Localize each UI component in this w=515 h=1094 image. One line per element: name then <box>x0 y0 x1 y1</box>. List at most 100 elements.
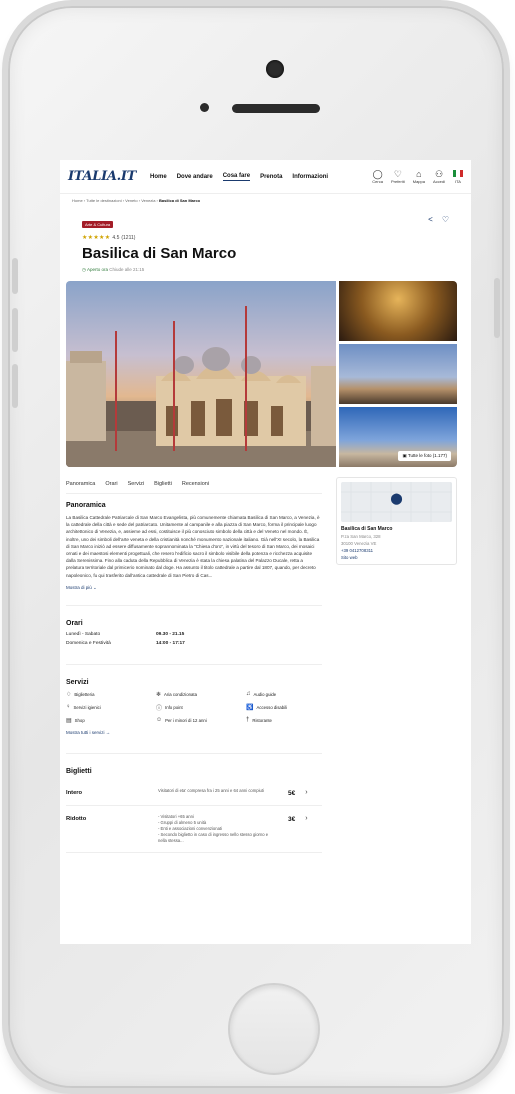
section-tabs: Panoramica Orari Servizi Biglietti Recen… <box>66 477 322 494</box>
place-website[interactable]: Sito web <box>341 555 452 560</box>
tab-recensioni[interactable]: Recensioni <box>182 481 209 487</box>
breadcrumb-home[interactable]: Home <box>72 198 83 203</box>
rating: ★★★★★ 4.5 (1211) <box>82 234 449 242</box>
sidebar: ⬤ Basilica di San Marco P.za San Marco, … <box>336 477 457 853</box>
ticket-name: Ridotto <box>66 815 87 822</box>
nav-informazioni[interactable]: Informazioni <box>292 174 328 180</box>
snowflake-icon: ❄ <box>156 691 162 698</box>
service-audio-guide: ♫ Audio guide <box>246 691 326 698</box>
service-biglietteria: ♢ Biglietteria <box>66 691 156 698</box>
child-icon: ☺ <box>156 717 163 724</box>
ticket-price: 3€ <box>288 815 296 823</box>
poi-header: Arte & Cultura ★★★★★ 4.5 (1211) Basilica… <box>60 207 471 273</box>
phone-screen: ITALIA.IT Home Dove andare Cosa fare Pre… <box>60 160 471 944</box>
chevron-down-icon: ⌄ <box>93 584 97 590</box>
hours-day: Domenica e Festività <box>66 640 111 646</box>
all-photos-label: Tutte le foto (1.177) <box>407 453 447 458</box>
hours-row: Domenica e Festività 14:00 - 17:17 <box>66 641 322 646</box>
service-label: Servizi igienici <box>73 704 101 710</box>
services-title: Servizi <box>66 678 89 686</box>
nav-home[interactable]: Home <box>150 174 167 180</box>
login-button[interactable]: ⚇ Accedi <box>432 168 445 184</box>
breadcrumb-veneto[interactable]: Veneto <box>125 198 137 203</box>
photo-gallery: ▣ Tutte le foto (1.177) <box>66 281 457 467</box>
place-name: Basilica di San Marco <box>341 526 393 532</box>
service-label: Aria condizionata <box>164 691 197 697</box>
category-badge: Arte & Cultura <box>82 221 114 228</box>
breadcrumb: Home › Tutte le destinazioni › Veneto › … <box>72 198 201 203</box>
breadcrumb-destinations[interactable]: Tutte le destinazioni <box>86 198 121 203</box>
map-pin-icon: ⬤ <box>390 493 403 505</box>
ticket-description: Visitatori di eta' compresa fra i 25 ann… <box>158 787 264 793</box>
share-icon[interactable]: < <box>428 215 433 224</box>
service-ristorante: † Ristorante <box>246 717 326 724</box>
hours-row: Lunedì - Sabato 09.30 - 21.15 <box>66 632 322 637</box>
closing-time: Chiude alle 21:15 <box>109 267 145 272</box>
photo-piazza-view[interactable] <box>339 344 457 404</box>
hours-time: 14:00 - 17:17 <box>156 640 185 646</box>
place-city: 30100 Venezia VE <box>341 541 377 546</box>
hours-title: Orari <box>66 619 83 627</box>
mini-map[interactable]: ⬤ <box>341 482 452 522</box>
tab-orari[interactable]: Orari <box>105 481 117 487</box>
ticket-price: 5€ <box>288 789 296 797</box>
photo-interior-mosaics[interactable] <box>339 281 457 341</box>
language-selector[interactable]: ITA <box>453 169 463 184</box>
login-label: Accedi <box>432 178 445 184</box>
main-column: Panoramica Orari Servizi Biglietti Recen… <box>66 477 322 853</box>
ticket-name: Intero <box>66 789 83 796</box>
breadcrumb-venezia[interactable]: Venezia <box>141 198 155 203</box>
home-button[interactable] <box>228 983 320 1075</box>
service-label: Info point <box>165 704 183 710</box>
search-button[interactable]: ◯ Cerca <box>372 169 383 184</box>
site-logo[interactable]: ITALIA.IT <box>68 169 136 184</box>
chevron-right-icon: › <box>305 814 308 822</box>
service-label: Biglietteria <box>74 691 95 697</box>
rating-count[interactable]: (1211) <box>121 235 135 241</box>
breadcrumb-current: Basilica di San Marco <box>158 198 201 203</box>
tickets-title: Biglietti <box>66 767 92 775</box>
divider <box>66 752 322 754</box>
main-photo-basilica[interactable] <box>66 281 336 467</box>
service-label: Accesso disabili <box>256 704 288 710</box>
favorite-heart-icon[interactable]: ♡ <box>442 215 449 224</box>
map-button[interactable]: ⌂ Mappa <box>413 169 425 184</box>
tab-biglietti[interactable]: Biglietti <box>154 481 172 487</box>
language-label: ITA <box>455 178 461 184</box>
tab-servizi[interactable]: Servizi <box>128 481 145 487</box>
place-phone[interactable]: +39 0412708311 <box>341 548 452 553</box>
place-address: P.za San Marco, 328 <box>341 534 381 539</box>
hours-time: 09.30 - 21.15 <box>156 631 185 637</box>
nav-cosa-fare[interactable]: Cosa fare <box>222 173 251 181</box>
show-all-services-link[interactable]: Mostra tutti i servizi → <box>66 730 322 735</box>
search-label: Cerca <box>372 178 383 184</box>
top-navigation: ITALIA.IT Home Dove andare Cosa fare Pre… <box>60 160 471 194</box>
accessibility-icon: ♿ <box>246 704 254 711</box>
service-label: Audio guide <box>253 691 277 697</box>
power-button <box>494 278 500 338</box>
chevron-right-icon: › <box>305 788 308 796</box>
service-label: Per i minori di 12 anni <box>165 717 207 723</box>
all-photos-button[interactable]: ▣ Tutte le foto (1.177) <box>398 451 451 461</box>
mute-switch <box>12 258 18 294</box>
restaurant-icon: † <box>246 717 250 724</box>
heart-icon: ♡ <box>393 168 402 179</box>
ticket-row[interactable]: Ridotto - Visitatori +65 anni - Gruppi d… <box>66 806 322 853</box>
italy-flag-icon <box>453 169 463 177</box>
photo-campanile[interactable]: ▣ Tutte le foto (1.177) <box>339 407 457 467</box>
rating-value: 4.5 <box>112 234 120 241</box>
basilica-illustration <box>66 306 336 467</box>
ticket-row[interactable]: Intero Visitatori di eta' compresa fra i… <box>66 780 322 806</box>
overview-text: La Basilica Cattedrale Patriarcale di Sa… <box>66 515 320 578</box>
tab-panoramica[interactable]: Panoramica <box>66 481 95 487</box>
user-icon: ⚇ <box>434 168 444 179</box>
service-aria-condizionata: ❄ Aria condizionata <box>156 691 246 698</box>
favorites-button[interactable]: ♡ Preferiti <box>391 168 405 184</box>
nav-dove-andare[interactable]: Dove andare <box>177 174 213 180</box>
info-icon: ⓘ <box>156 705 163 712</box>
nav-prenota[interactable]: Prenota <box>260 174 282 180</box>
divider <box>66 663 322 665</box>
ticket-description: - Visitatori +65 anni - Gruppi di almeno… <box>158 813 269 843</box>
volume-up-button <box>12 308 18 352</box>
show-more-link[interactable]: Mostra di più ⌄ <box>66 585 322 591</box>
